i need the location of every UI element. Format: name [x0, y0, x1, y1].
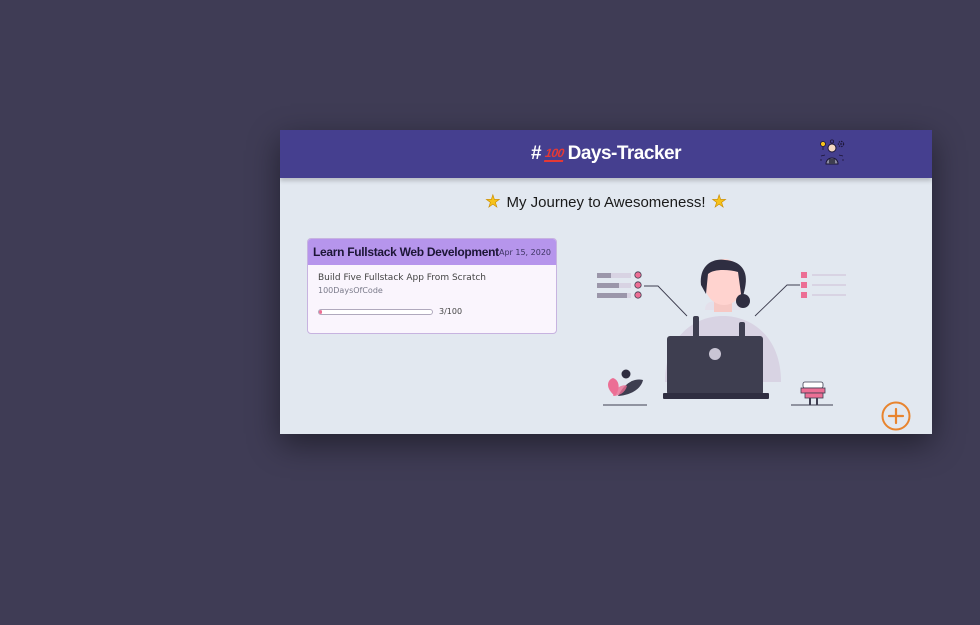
- profile-button[interactable]: [817, 138, 847, 168]
- plus-circle-icon: [881, 401, 911, 431]
- app-header: # 100 Days-Tracker: [280, 130, 932, 178]
- hundred-emoji-icon: 100: [544, 145, 565, 162]
- star-icon: ★: [485, 192, 501, 212]
- person-gears-icon: [820, 139, 845, 165]
- goal-description: Build Five Fullstack App From Scratch: [318, 273, 487, 283]
- page-subtitle: ★ My Journey to Awesomeness! ★: [280, 192, 932, 212]
- progress-bar: [318, 308, 433, 315]
- brand-hash: #: [531, 143, 542, 164]
- progress-label: 3/100: [439, 307, 463, 316]
- goal-title: Learn Fullstack Web Development: [313, 245, 499, 259]
- goal-card-body: Build Five Fullstack App From Scratch 10…: [308, 265, 556, 324]
- brand-title: Days-Tracker: [567, 143, 682, 164]
- working-on-laptop-illustration: [597, 259, 846, 406]
- goal-tag: 100DaysOfCode: [318, 286, 383, 295]
- subtitle-text: My Journey to Awesomeness!: [506, 193, 706, 211]
- add-goal-button[interactable]: [881, 401, 911, 431]
- goal-progress: 3/100: [318, 307, 546, 316]
- goal-card-header: Learn Fullstack Web Development Apr 15, …: [308, 239, 556, 265]
- star-icon: ★: [711, 192, 727, 212]
- goal-date: Apr 15, 2020: [498, 247, 551, 257]
- goal-card[interactable]: Learn Fullstack Web Development Apr 15, …: [307, 238, 557, 334]
- app-window: # 100 Days-Tracker ★ My Journey to Aweso…: [280, 130, 932, 434]
- progress-fill: [319, 309, 323, 314]
